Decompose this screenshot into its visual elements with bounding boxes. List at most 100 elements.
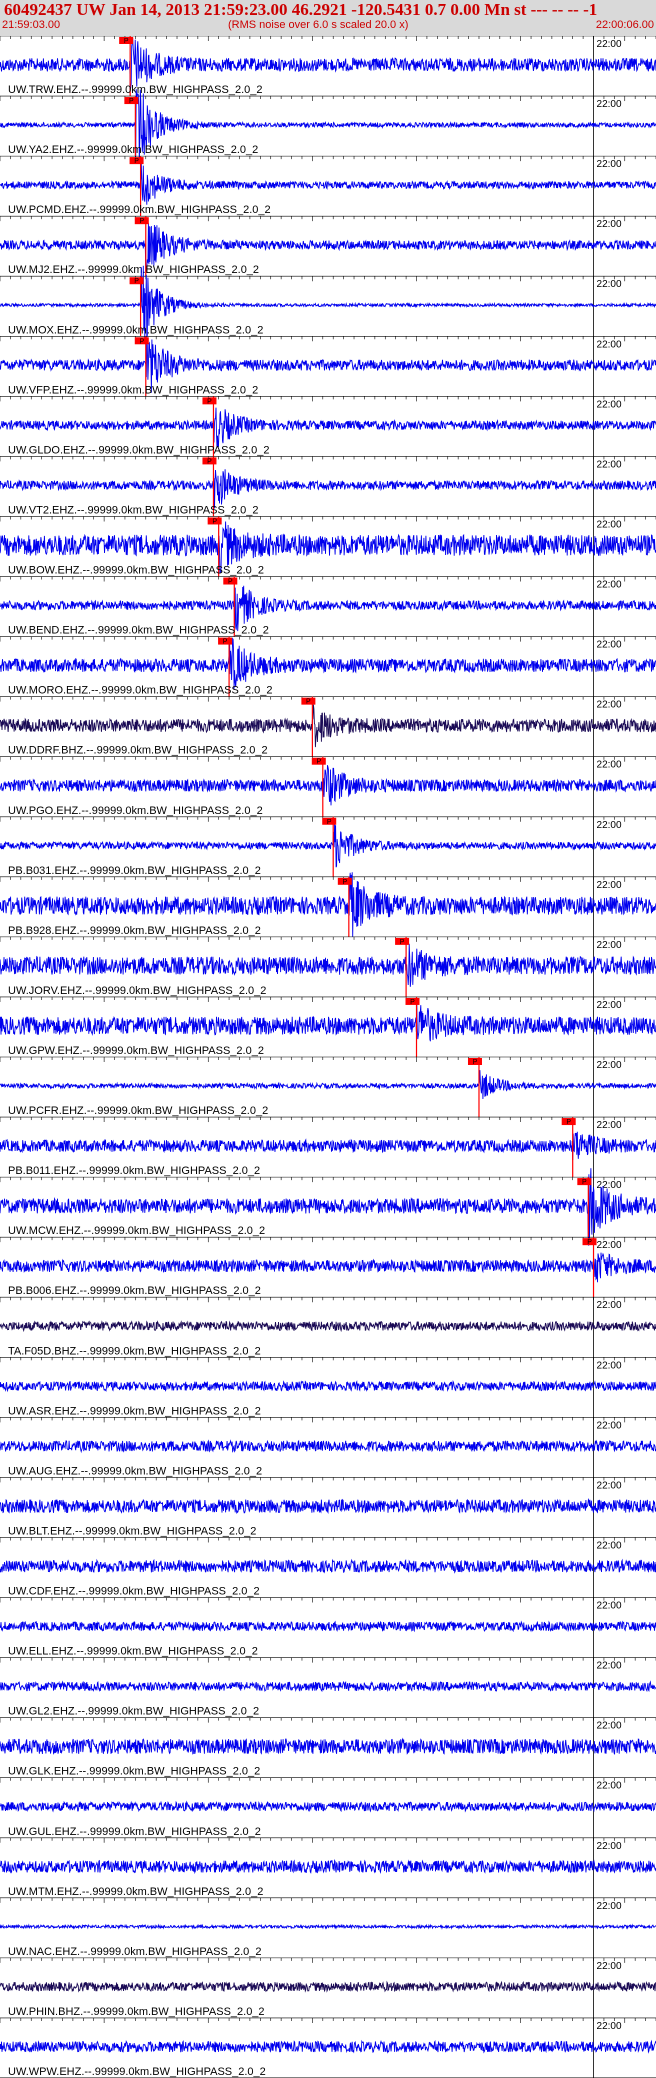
station-label: UW.GLDO.EHZ.--.99999.0km.BW_HIGHPASS_2.0… <box>8 444 269 456</box>
trace-row: 22:00 UW.ASR.EHZ.--.99999.0km.BW_HIGHPASS… <box>0 1356 656 1418</box>
waveform-line <box>0 469 656 509</box>
waveform-line <box>0 1859 656 1875</box>
trace-row: 22:00 UW.BLT.EHZ.--.99999.0km.BW_HIGHPASS… <box>0 1477 656 1538</box>
minute-label: 22:00 <box>597 1000 622 1011</box>
minute-label: 22:00 <box>597 1601 622 1612</box>
station-label: UW.MORO.EHZ.--.99999.0km.BW_HIGHPASS_2.0… <box>8 685 272 697</box>
trace-row: 22:00 P UW.YA2.EHZ.--.99999.0km.BW_HIGHPAS… <box>0 89 656 163</box>
trace-row: 22:00 P PB.B011.EHZ.--.99999.0km.BW_HIGHPA… <box>0 1116 656 1178</box>
minute-label: 22:00 <box>597 580 622 591</box>
station-label: UW.BLT.EHZ.--.99999.0km.BW_HIGHPASS_2.0_… <box>8 1525 256 1537</box>
trace-row: 22:00 P UW.GLDO.EHZ.--.99999.0km.BW_HIGHPA… <box>0 396 656 457</box>
trace-row: 22:00 P UW.BOW.EHZ.--.99999.0km.BW_HIGHPAS… <box>0 516 656 577</box>
pick-label: P <box>342 879 347 886</box>
waveform-line <box>0 163 656 205</box>
station-label: UW.BOW.EHZ.--.99999.0km.BW_HIGHPASS_2.0_… <box>8 565 264 577</box>
station-label: UW.PGO.EHZ.--.99999.0km.BW_HIGHPASS_2.0_… <box>8 805 263 817</box>
trace-row: 22:00 TA.F05D.BHZ.--.99999.0km.BW_HIGHPAS… <box>0 1296 656 1358</box>
waveform-line <box>0 704 656 748</box>
minute-label: 22:00 <box>597 159 622 170</box>
minute-label: 22:00 <box>597 1841 622 1852</box>
trace-row: 22:00 P UW.MOX.EHZ.--.99999.0km.BW_HIGHPAS… <box>0 265 656 339</box>
pick-label: P <box>139 218 144 225</box>
station-label: UW.ELL.EHZ.--.99999.0km.BW_HIGHPASS_2.0_… <box>8 1646 258 1658</box>
station-label: UW.DDRF.BHZ.--.99999.0km.BW_HIGHPASS_2.0… <box>8 745 268 757</box>
trace-row: 22:00 P UW.PCMD.EHZ.--.99999.0km.BW_HIGHPA… <box>0 155 656 217</box>
pick-label: P <box>134 278 139 285</box>
trace-row: 22:00 UW.GUL.EHZ.--.99999.0km.BW_HIGHPASS… <box>0 1777 656 1838</box>
station-label: UW.PCMD.EHZ.--.99999.0km.BW_HIGHPASS_2.0… <box>8 204 271 216</box>
seismogram-plot: 22:00 P UW.TRW.EHZ.--.99999.0km.BW_HIGHPAS… <box>0 36 656 2078</box>
trace-row: 22:00 UW.GLK.EHZ.--.99999.0km.BW_HIGHPASS… <box>0 1717 656 1778</box>
waveform-line <box>0 1070 656 1100</box>
trace-row: 22:00 P UW.GPW.EHZ.--.99999.0km.BW_HIGHPAS… <box>0 996 656 1057</box>
waveform-line <box>0 1003 656 1042</box>
pick-label: P <box>212 518 217 525</box>
pick-label: P <box>473 1059 478 1066</box>
trace-row: 22:00 UW.CDF.EHZ.--.99999.0km.BW_HIGHPASS… <box>0 1537 656 1598</box>
pick-label: P <box>228 579 233 586</box>
pick-label: P <box>306 699 311 706</box>
station-label: UW.GUL.EHZ.--.99999.0km.BW_HIGHPASS_2.0_… <box>8 1826 261 1838</box>
trace-row: 22:00 UW.MTM.EHZ.--.99999.0km.BW_HIGHPASS… <box>0 1837 656 1898</box>
minute-label: 22:00 <box>597 880 622 891</box>
trace-row: 22:00 UW.GL2.EHZ.--.99999.0km.BW_HIGHPASS… <box>0 1657 656 1718</box>
waveform-line <box>0 637 656 689</box>
station-label: TA.F05D.BHZ.--.99999.0km.BW_HIGHPASS_2.0… <box>8 1345 261 1357</box>
trace-row: 22:00 P PB.B006.EHZ.--.99999.0km.BW_HIGHPA… <box>0 1236 656 1298</box>
rms-note: (RMS noise over 6.0 s scaled 20.0 x) <box>228 19 409 31</box>
trace-row: 22:00 P UW.TRW.EHZ.--.99999.0km.BW_HIGHPAS… <box>0 36 656 97</box>
pick-label: P <box>207 398 212 405</box>
station-label: UW.CDF.EHZ.--.99999.0km.BW_HIGHPASS_2.0_… <box>8 1586 260 1598</box>
minute-label: 22:00 <box>597 1721 622 1732</box>
minute-label: 22:00 <box>597 640 622 651</box>
waveform-line <box>0 1980 656 1993</box>
minute-label: 22:00 <box>597 700 622 711</box>
station-label: UW.JORV.EHZ.--.99999.0km.BW_HIGHPASS_2.0… <box>8 985 266 997</box>
station-label: PB.B011.EHZ.--.99999.0km.BW_HIGHPASS_2.0… <box>8 1165 260 1177</box>
minute-label: 22:00 <box>597 1961 622 1972</box>
station-label: UW.GLK.EHZ.--.99999.0km.BW_HIGHPASS_2.0_… <box>8 1766 260 1778</box>
minute-label: 22:00 <box>597 1540 622 1551</box>
trace-row: 22:00 P UW.MJ2.EHZ.--.99999.0km.BW_HIGHPAS… <box>0 215 656 277</box>
pick-label: P <box>410 999 415 1006</box>
waveform-line <box>0 1320 656 1333</box>
station-label: UW.GL2.EHZ.--.99999.0km.BW_HIGHPASS_2.0_… <box>8 1706 259 1718</box>
minute-label: 22:00 <box>597 519 622 530</box>
station-label: UW.MCW.EHZ.--.99999.0km.BW_HIGHPASS_2.0_… <box>8 1225 265 1237</box>
trace-row: 22:00 P UW.JORV.EHZ.--.99999.0km.BW_HIGHPA… <box>0 936 656 997</box>
waveform-line <box>0 37 656 90</box>
pick-label: P <box>316 759 321 766</box>
waveform-line <box>0 407 656 448</box>
waveform-line <box>0 1800 656 1813</box>
pick-label: P <box>129 98 134 105</box>
pick-label: P <box>223 639 228 646</box>
pick-label: P <box>124 38 129 45</box>
waveform-line <box>0 1620 656 1633</box>
trace-row: 22:00 UW.AUG.EHZ.--.99999.0km.BW_HIGHPASS… <box>0 1417 656 1478</box>
trace-row: 22:00 P UW.DDRF.BHZ.--.99999.0km.BW_HIGHPA… <box>0 696 656 757</box>
station-label: UW.YA2.EHZ.--.99999.0km.BW_HIGHPASS_2.0_… <box>8 144 258 156</box>
minute-label: 22:00 <box>597 940 622 951</box>
waveform-line <box>0 1439 656 1454</box>
station-label: UW.VFP.EHZ.--.99999.0km.BW_HIGHPASS_2.0_… <box>8 384 258 396</box>
minute-label: 22:00 <box>597 399 622 410</box>
minute-label: 22:00 <box>597 99 622 110</box>
trace-row: 22:00 P UW.MCW.EHZ.--.99999.0km.BW_HIGHPAS… <box>0 1168 656 1246</box>
trace-row: 22:00 UW.NAC.EHZ.--.99999.0km.BW_HIGHPASS… <box>0 1897 656 1958</box>
minute-label: 22:00 <box>597 1480 622 1491</box>
start-time: 21:59:03.00 <box>2 19 61 31</box>
station-label: UW.NAC.EHZ.--.99999.0km.BW_HIGHPASS_2.0_… <box>8 1946 262 1958</box>
waveform-line <box>0 1923 656 1930</box>
minute-label: 22:00 <box>597 39 622 50</box>
waveform-line <box>0 765 656 806</box>
minute-label: 22:00 <box>597 1420 622 1431</box>
pick-label: P <box>400 939 405 946</box>
minute-label: 22:00 <box>597 1060 622 1071</box>
station-label: UW.PCFR.EHZ.--.99999.0km.BW_HIGHPASS_2.0… <box>8 1105 268 1117</box>
station-label: UW.ASR.EHZ.--.99999.0km.BW_HIGHPASS_2.0_… <box>8 1405 261 1417</box>
trace-row: 22:00 UW.WPW.EHZ.--.99999.0km.BW_HIGHPASS… <box>0 2017 656 2078</box>
pick-label: P <box>582 1179 587 1186</box>
event-title: 60492437 UW Jan 14, 2013 21:59:23.00 46.… <box>4 0 598 19</box>
minute-label: 22:00 <box>597 1300 622 1311</box>
